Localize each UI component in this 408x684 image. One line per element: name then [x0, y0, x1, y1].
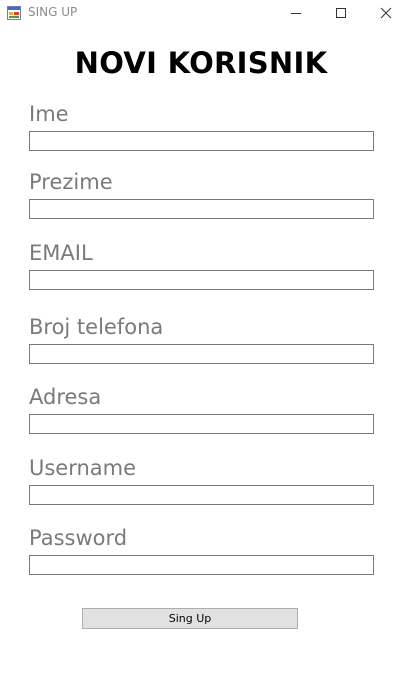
sign-up-button[interactable]: Sing Up	[82, 608, 298, 629]
maximize-icon	[336, 7, 346, 18]
email-label: EMAIL	[29, 241, 93, 265]
app-form-icon	[7, 5, 21, 20]
phone-input[interactable]	[29, 344, 374, 364]
page-title: NOVI KORISNIK	[74, 46, 328, 80]
maximize-button[interactable]	[318, 0, 364, 25]
title-bar[interactable]: SING UP	[0, 0, 408, 25]
first-name-label: Ime	[29, 102, 69, 126]
address-label: Adresa	[29, 385, 102, 409]
close-icon	[380, 7, 392, 18]
password-label: Password	[29, 526, 128, 550]
window-title: SING UP	[28, 5, 78, 19]
password-input[interactable]	[29, 555, 374, 575]
username-label: Username	[29, 456, 137, 480]
last-name-input[interactable]	[29, 199, 374, 219]
minimize-button[interactable]	[273, 0, 319, 25]
phone-label: Broj telefona	[29, 315, 164, 339]
last-name-label: Prezime	[29, 170, 113, 194]
address-input[interactable]	[29, 414, 374, 434]
signup-window: SING UP NOVI KORISNIK Ime Prezime EMAIL …	[0, 0, 408, 684]
first-name-input[interactable]	[29, 131, 374, 151]
email-input[interactable]	[29, 270, 374, 290]
close-button[interactable]	[363, 0, 408, 25]
minimize-icon	[291, 12, 301, 14]
username-input[interactable]	[29, 485, 374, 505]
